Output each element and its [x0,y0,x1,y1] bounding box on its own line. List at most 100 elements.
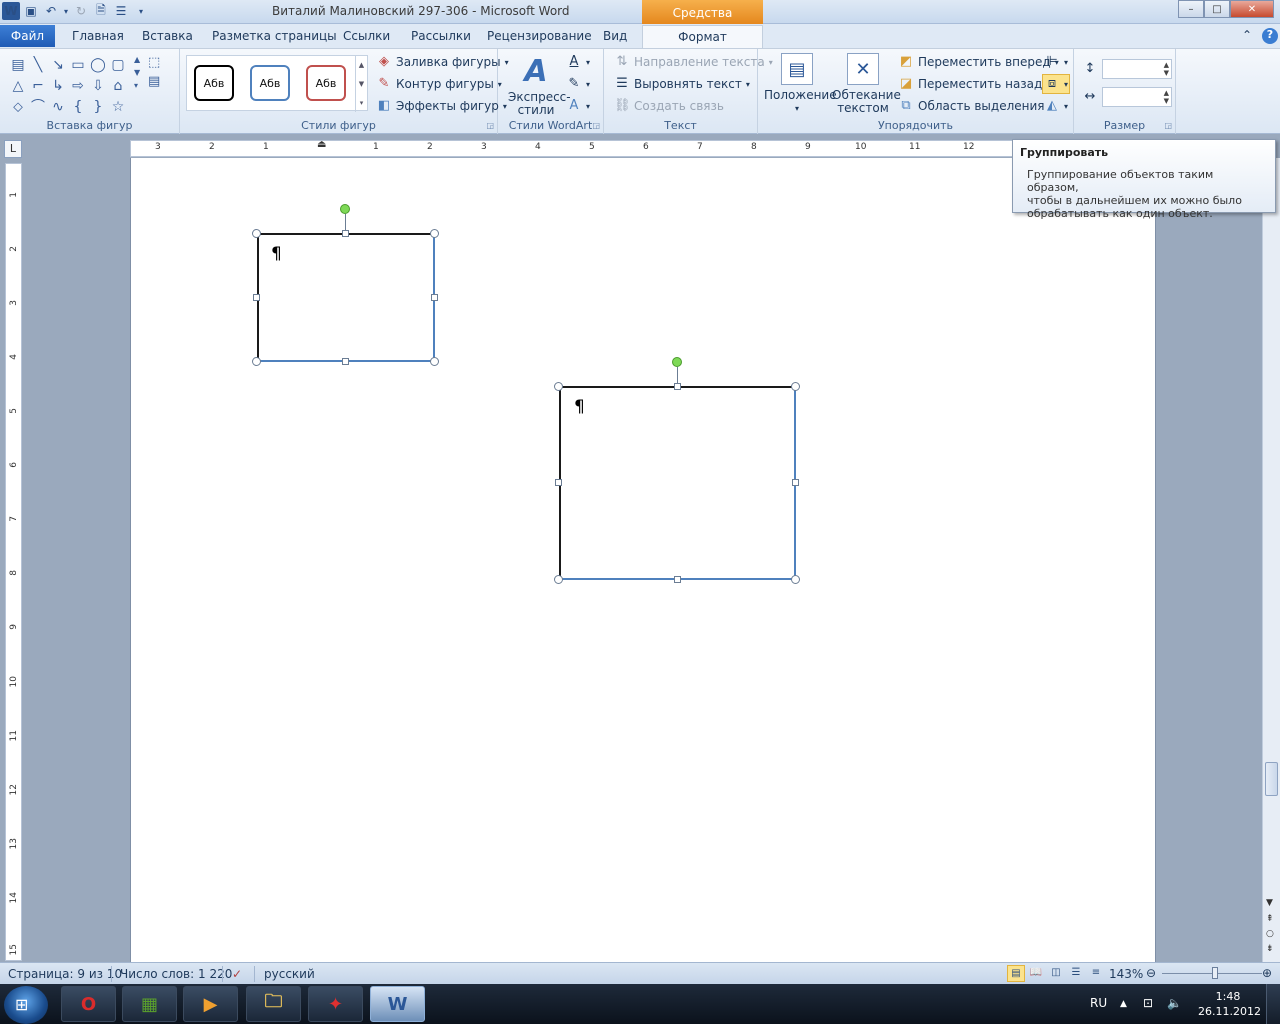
resize-handle-ne[interactable] [430,229,439,238]
proofing-icon[interactable]: ✓ [232,967,242,981]
volume-icon[interactable]: 🔈 [1167,996,1182,1010]
print-layout-view-icon[interactable]: ▤ [1007,965,1025,982]
left-brace-shape-icon[interactable]: { [68,97,88,118]
resize-handle-w[interactable] [555,479,562,486]
minimize-ribbon-icon[interactable]: ⌃ [1242,28,1252,42]
text-outline-button[interactable]: ✎ ▾ [566,76,590,92]
freeform-shape-icon[interactable]: ⌂ [108,76,128,97]
rotate-button[interactable]: ◭ ▾ [1044,98,1068,114]
resize-handle-e[interactable] [431,294,438,301]
styles-up-icon[interactable]: ▲ [359,61,364,69]
shape-fill-button[interactable]: ◈ Заливка фигуры ▾ [376,54,509,70]
edit-shape-icon[interactable]: ⬚ [148,55,160,70]
tab-format[interactable]: Формат [642,25,763,49]
network-icon[interactable]: ⊡ [1143,996,1153,1010]
word-count[interactable]: Число слов: 1 220 [120,967,232,981]
tab-page-layout[interactable]: Разметка страницы [212,29,337,43]
zoom-in-icon[interactable]: ⊕ [1262,966,1272,980]
gallery-up-icon[interactable]: ▲ [134,55,140,64]
tab-selector[interactable]: L [4,140,22,158]
rectangle-shape-icon[interactable]: ▭ [68,55,88,76]
resize-handle-n[interactable] [342,230,349,237]
tab-view[interactable]: Вид [603,29,627,43]
help-icon[interactable]: ? [1262,28,1278,44]
rectangle-shape-1[interactable] [257,233,435,362]
rectangle-shape-2[interactable] [559,386,796,580]
customize-qat-icon[interactable]: ☰ [112,2,130,20]
undo-dropdown-icon[interactable]: ▾ [62,2,70,20]
indent-marker-icon[interactable]: ⏏ [317,139,326,150]
send-backward-button[interactable]: ◪ Переместить назад ▾ [898,76,1051,92]
system-clock[interactable]: 1:48 26.11.2012 [1198,989,1261,1019]
align-text-button[interactable]: ☰ Выровнять текст ▾ [614,76,750,92]
resize-handle-nw[interactable] [554,382,563,391]
tab-insert[interactable]: Вставка [142,29,193,43]
redo-icon[interactable]: ↻ [72,2,90,20]
opera-taskbar-icon[interactable]: O [61,986,116,1022]
position-button[interactable]: ▤ Положение ▾ [764,53,837,115]
rotation-handle[interactable] [672,357,682,367]
web-layout-icon[interactable]: ◫ [1047,965,1065,982]
media-player-taskbar-icon[interactable]: ▶ [183,986,238,1022]
shape-outline-button[interactable]: ✎ Контур фигуры ▾ [376,76,502,92]
height-input[interactable]: ▲ ▼ [1102,59,1172,79]
prev-page-icon[interactable]: ⇞ [1266,914,1274,924]
resize-handle-ne[interactable] [791,382,800,391]
text-direction-button[interactable]: ⇅ Направление текста ▾ [614,54,773,70]
resize-handle-n[interactable] [674,383,681,390]
resize-handle-s[interactable] [674,576,681,583]
horizontal-ruler[interactable]: 3 2 1 ⏏ 1 2 3 4 5 6 7 8 9 10 11 12 [130,139,1156,157]
height-spinner-icon[interactable]: ▲ ▼ [1164,61,1169,77]
scroll-down-icon[interactable]: ▼ [1266,898,1273,908]
group-objects-button[interactable]: ⧈ ▾ [1042,74,1071,94]
width-input[interactable]: ▲ ▼ [1102,87,1172,107]
resize-handle-sw[interactable] [252,357,261,366]
draw-textbox-icon[interactable]: ▤ [148,74,160,89]
explorer-taskbar-icon[interactable]: 🗀 [246,986,301,1022]
size-launcher-icon[interactable]: ◲ [1164,121,1172,130]
vertical-scrollbar[interactable]: ▼ ⇞ ○ ⇟ [1262,158,1280,962]
star-shape-icon[interactable]: ☆ [108,97,128,118]
rotation-handle[interactable] [340,204,350,214]
arrow-line-shape-icon[interactable]: ↘ [48,55,68,76]
styles-more-icon[interactable]: ▾ [360,99,364,107]
right-brace-shape-icon[interactable]: } [88,97,108,118]
resize-handle-e[interactable] [792,479,799,486]
triangle-shape-icon[interactable]: △ [8,76,28,97]
outline-view-icon[interactable]: ☰ [1067,965,1085,982]
style-sample-red[interactable]: Абв [306,65,346,101]
gallery-down-icon[interactable]: ▼ [134,68,140,77]
shape-styles-launcher-icon[interactable]: ◲ [486,121,494,130]
elbow-connector-icon[interactable]: ⌐ [28,76,48,97]
page-count[interactable]: Страница: 9 из 10 [8,967,122,981]
resize-handle-se[interactable] [430,357,439,366]
shape-effects-button[interactable]: ◧ Эффекты фигур ▾ [376,98,507,114]
zoom-out-icon[interactable]: ⊖ [1146,966,1156,980]
tab-home[interactable]: Главная [72,29,124,43]
tab-review[interactable]: Рецензирование [487,29,592,43]
zoom-slider-thumb[interactable] [1212,967,1218,979]
text-effects-button[interactable]: A ▾ [566,98,590,114]
full-screen-reading-icon[interactable]: 📖 [1027,965,1045,982]
elbow-arrow-icon[interactable]: ↳ [48,76,68,97]
bring-forward-button[interactable]: ◩ Переместить вперед ▾ [898,54,1059,70]
tray-expand-icon[interactable]: ▲ [1120,999,1127,1009]
width-spinner-icon[interactable]: ▲ ▼ [1164,89,1169,105]
acrobat-taskbar-icon[interactable]: ✦ [308,986,363,1022]
next-page-icon[interactable]: ⇟ [1266,944,1274,954]
down-arrow-shape-icon[interactable]: ⇩ [88,76,108,97]
minimize-button[interactable]: – [1178,0,1204,18]
qat-more-icon[interactable]: ▾ [132,2,150,20]
show-desktop-button[interactable] [1266,984,1280,1024]
style-sample-black[interactable]: Абв [194,65,234,101]
line-shape-icon[interactable]: ╲ [28,55,48,76]
browse-object-icon[interactable]: ○ [1266,929,1274,939]
draft-view-icon[interactable]: ≡ [1087,965,1105,982]
text-fill-button[interactable]: A ▾ [566,54,590,70]
resize-handle-nw[interactable] [252,229,261,238]
resize-handle-w[interactable] [253,294,260,301]
close-button[interactable]: ✕ [1230,0,1274,18]
styles-down-icon[interactable]: ▼ [359,80,364,88]
tab-file[interactable]: Файл [0,25,55,47]
textbox-shape-icon[interactable]: ▤ [8,55,28,76]
